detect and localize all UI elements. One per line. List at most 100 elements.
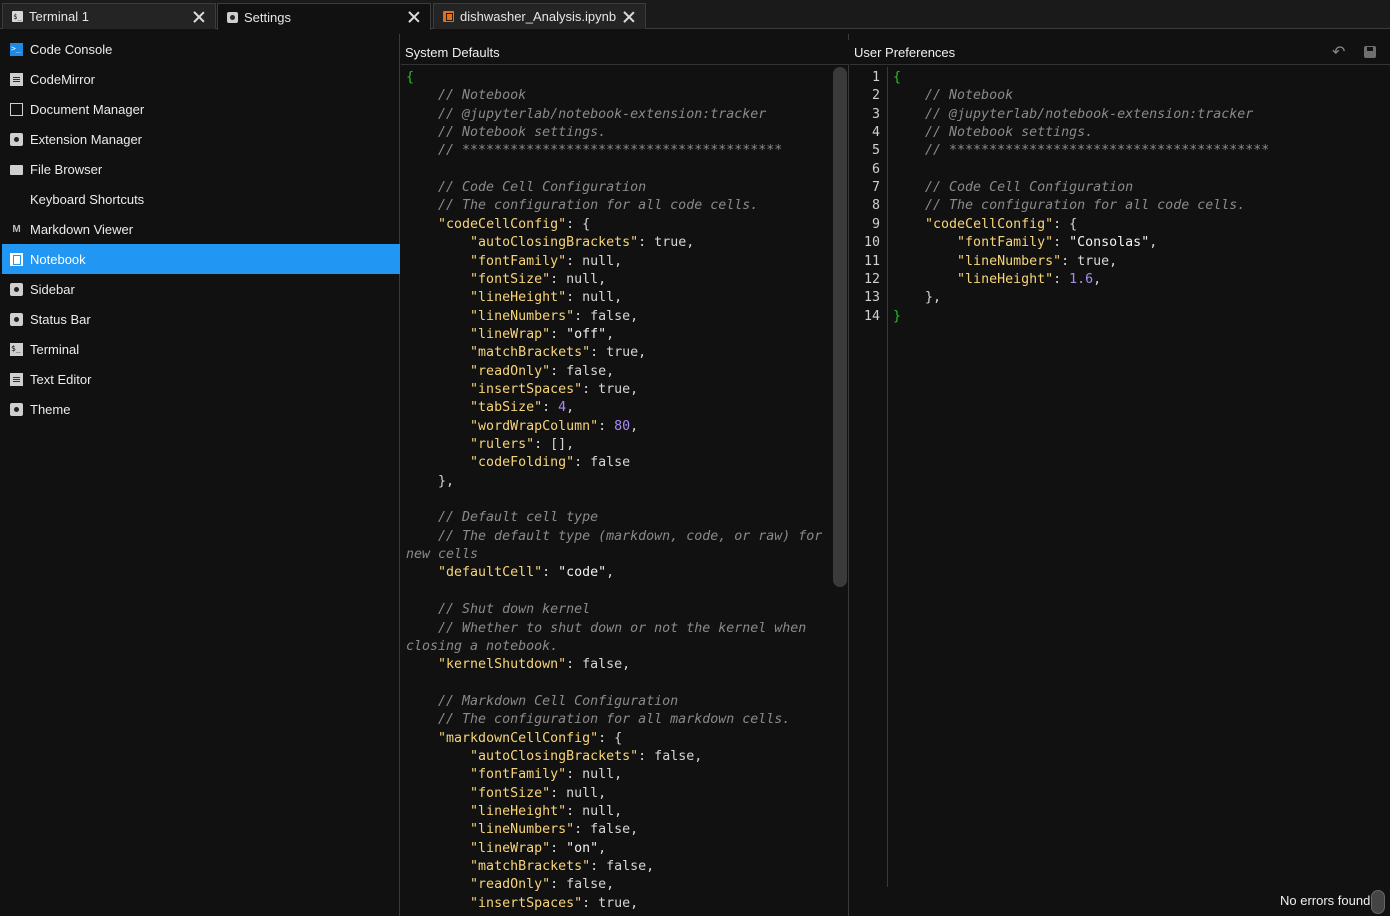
sidebar-item-label: Extension Manager [30, 131, 143, 147]
notebook-icon [10, 252, 23, 266]
sidebar-item-keyboard-shortcuts[interactable]: Keyboard Shortcuts [2, 184, 400, 214]
code-line: // Default cell type [406, 510, 599, 526]
line-number: 7 [871, 180, 880, 196]
code-line: // Notebook settings. [893, 125, 1094, 141]
code-line: }, [893, 290, 942, 306]
sidebar-item-label: Status Bar [30, 311, 91, 327]
sidebar-item-label: Terminal [30, 341, 80, 357]
tab-bar: $_ Terminal 1 Settings dishwasher_Analys… [0, 0, 1390, 30]
code-line: // Notebook settings. [406, 125, 607, 141]
code-line: "autoClosingBrackets": true, [470, 235, 695, 251]
system-defaults-header: System Defaults [401, 40, 849, 65]
code-line: "readOnly": false, [470, 877, 615, 893]
code-line: // The configuration for all code cells. [893, 198, 1246, 214]
sidebar-item-label: File Browser [30, 161, 103, 177]
gutter-divider [887, 67, 888, 887]
code-line: "lineHeight": 1.6, [957, 271, 1102, 287]
code-line: "codeCellConfig": { [925, 216, 1078, 232]
status-text: No errors found [1280, 893, 1371, 908]
folder-icon [10, 164, 23, 175]
code-line: "lineNumbers": false, [470, 822, 639, 838]
gear-icon [10, 132, 23, 146]
sidebar-item-text-editor[interactable]: Text Editor [2, 364, 400, 394]
close-icon[interactable] [622, 10, 636, 24]
sidebar-item-extension-manager[interactable]: Extension Manager [2, 124, 400, 154]
line-number: 8 [871, 198, 880, 214]
sidebar-item-label: Text Editor [30, 371, 92, 387]
code-line: // *************************************… [406, 143, 783, 159]
code-line: // Code Cell Configuration [893, 180, 1134, 196]
code-line: // *************************************… [893, 143, 1270, 159]
sidebar-item-code-console[interactable]: >_ Code Console [2, 34, 400, 64]
sidebar-item-label: Markdown Viewer [30, 221, 134, 237]
sidebar-item-label: Document Manager [30, 101, 145, 117]
code-line: "defaultCell": "code", [438, 565, 615, 581]
tab-settings[interactable]: Settings [217, 3, 431, 30]
code-line: "rulers": [], [470, 437, 575, 452]
sidebar-item-label: Sidebar [30, 281, 75, 297]
tab-label: dishwasher_Analysis.ipynb [460, 9, 617, 24]
code-line: "fontFamily": null, [470, 253, 623, 269]
terminal-icon: $_ [12, 11, 23, 22]
line-number: 11 [863, 253, 880, 269]
save-icon[interactable] [1364, 46, 1376, 58]
document-icon [10, 72, 23, 86]
code-line: "fontFamily": null, [470, 767, 623, 783]
sidebar-item-terminal[interactable]: $_ Terminal [2, 334, 400, 364]
code-line: closing a notebook. [406, 638, 559, 654]
close-icon[interactable] [192, 10, 206, 24]
sidebar-item-label: CodeMirror [30, 71, 96, 87]
code-line: // @jupyterlab/notebook-extension:tracke… [406, 106, 767, 122]
code-line: "matchBrackets": false, [470, 859, 655, 875]
code-line: "lineHeight": null, [470, 804, 623, 819]
scrollbar-thumb[interactable] [833, 67, 847, 587]
code-line: "matchBrackets": true, [470, 345, 647, 361]
code-line: "lineWrap": "on", [470, 840, 607, 856]
code-line: // Code Cell Configuration [406, 180, 647, 196]
sidebar-item-codemirror[interactable]: CodeMirror [2, 64, 400, 94]
code-line: // The configuration for all markdown ce… [406, 712, 791, 728]
code-line: "lineNumbers": false, [470, 308, 639, 324]
sidebar-item-label: Keyboard Shortcuts [30, 191, 145, 207]
sidebar-item-status-bar[interactable]: Status Bar [2, 304, 400, 334]
code-line: "lineNumbers": true, [957, 253, 1118, 269]
line-number: 14 [863, 308, 880, 324]
sidebar-item-markdown-viewer[interactable]: M Markdown Viewer [2, 214, 400, 244]
user-preferences-panel [850, 34, 1390, 916]
sidebar-item-label: Notebook [30, 251, 86, 267]
notebook-icon [443, 11, 454, 22]
sidebar-item-notebook[interactable]: Notebook [2, 244, 400, 274]
tab-dishwasher-notebook[interactable]: dishwasher_Analysis.ipynb [433, 3, 646, 29]
sidebar-item-file-browser[interactable]: File Browser [2, 154, 400, 184]
code-line: "lineWrap": "off", [470, 326, 615, 342]
code-line: }, [406, 473, 455, 489]
code-line: // The configuration for all code cells. [406, 198, 759, 214]
sidebar-item-document-manager[interactable]: Document Manager [2, 94, 400, 124]
code-line: "autoClosingBrackets": false, [470, 748, 703, 764]
markdown-icon: M [12, 223, 21, 235]
keyboard-icon [10, 193, 23, 206]
code-line: "codeFolding": false [470, 455, 631, 471]
undo-icon[interactable] [1332, 44, 1348, 60]
gear-icon [10, 402, 23, 416]
code-line: "lineHeight": null, [470, 290, 623, 306]
code-line: "insertSpaces": true, [470, 895, 639, 911]
line-number: 5 [871, 143, 880, 159]
sidebar-item-sidebar[interactable]: Sidebar [2, 274, 400, 304]
code-line: "tabSize": 4, [470, 400, 575, 416]
panel-title: System Defaults [405, 44, 500, 60]
code-line: // @jupyterlab/notebook-extension:tracke… [893, 106, 1254, 122]
close-icon[interactable] [407, 10, 421, 24]
document-icon [10, 372, 23, 386]
code-line: "fontSize": null, [470, 785, 607, 801]
tab-terminal-1[interactable]: $_ Terminal 1 [2, 3, 216, 29]
page-icon [10, 102, 23, 116]
code-line: // Shut down kernel [406, 602, 591, 618]
code-line: "insertSpaces": true, [470, 381, 639, 397]
gear-icon [10, 312, 23, 326]
code-line: // The default type (markdown, code, or … [406, 528, 823, 544]
sidebar-item-theme[interactable]: Theme [2, 394, 400, 424]
status-scroll-handle[interactable] [1371, 890, 1385, 914]
line-number: 1 [871, 70, 880, 85]
line-number: 2 [871, 88, 880, 104]
